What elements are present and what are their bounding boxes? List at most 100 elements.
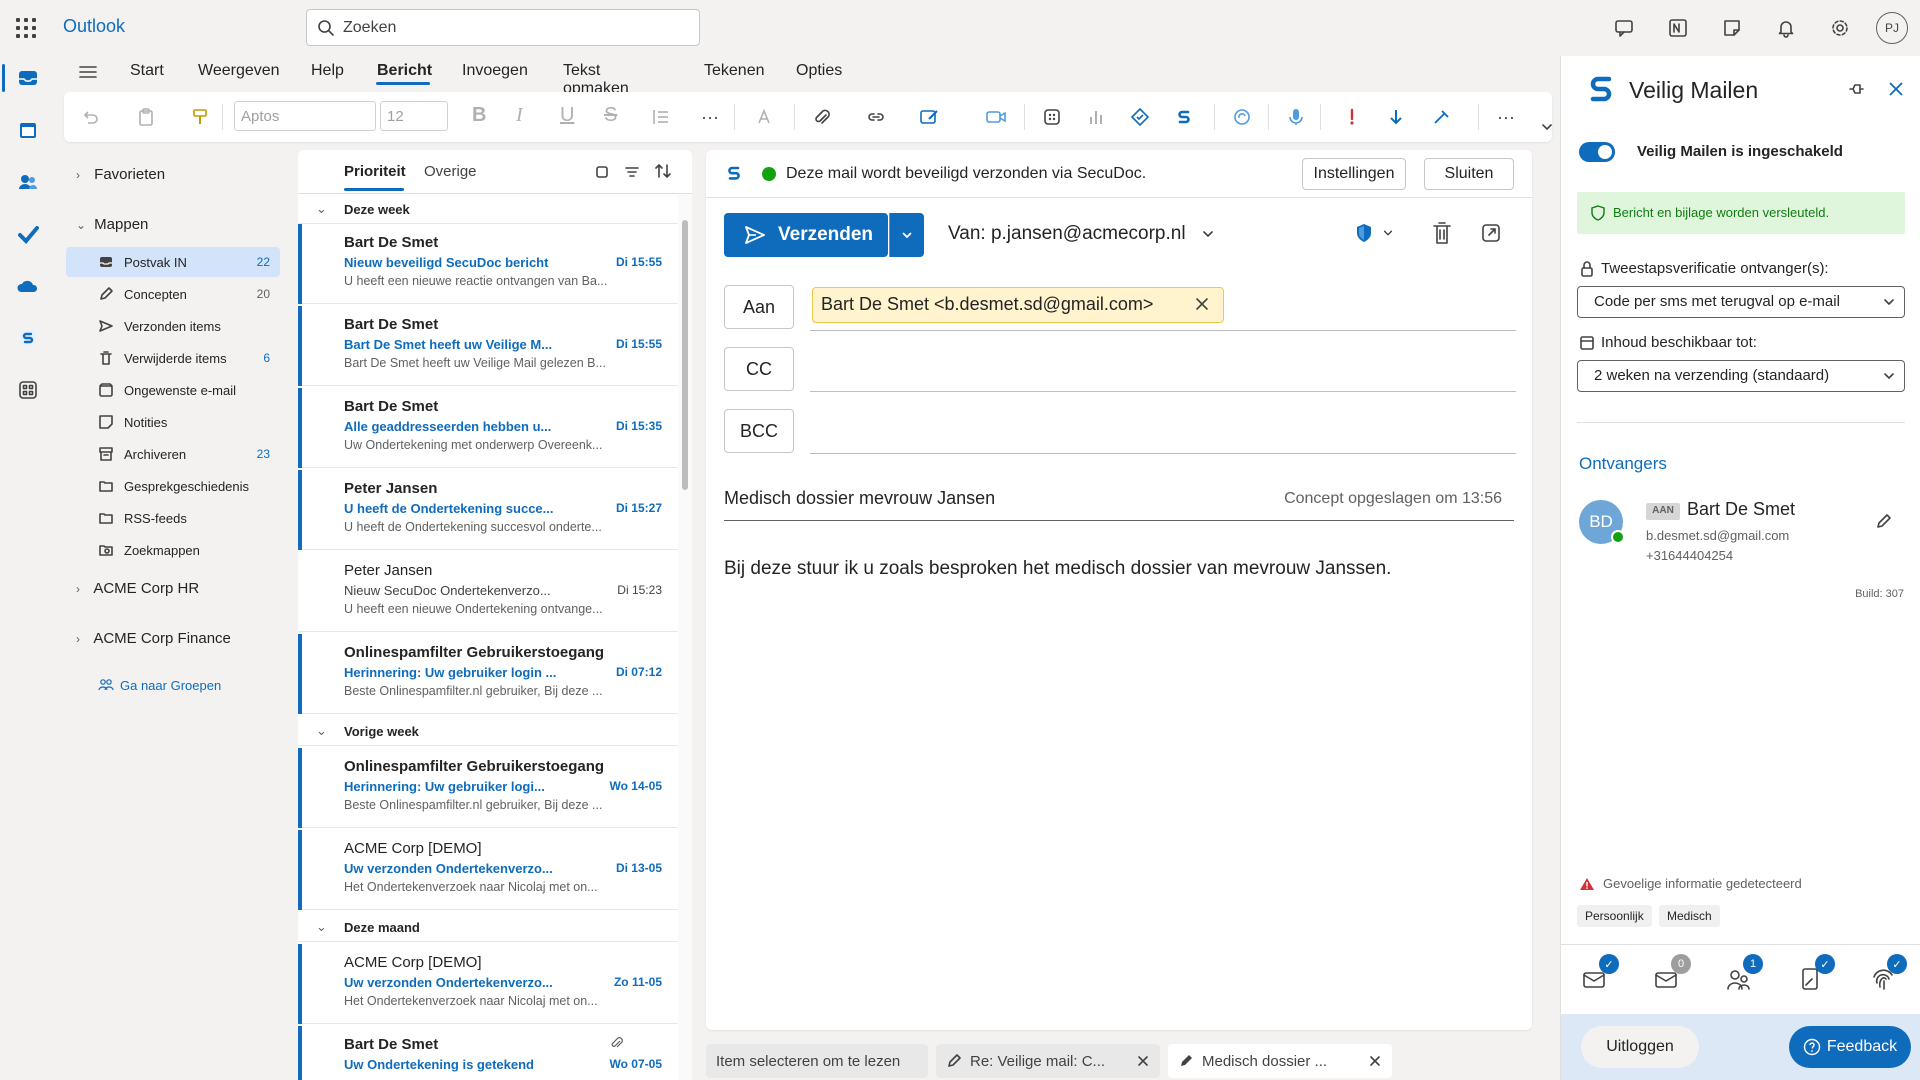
group-header-deze-week[interactable]: ⌄ Deze week — [298, 194, 678, 224]
scrollbar-thumb[interactable] — [682, 220, 688, 490]
folder-concepten[interactable]: Concepten 20 — [66, 279, 280, 309]
select-icon[interactable] — [594, 164, 610, 180]
sensitivity-shield-button[interactable] — [1354, 222, 1394, 244]
tab-help[interactable]: Help — [311, 62, 344, 80]
folder-zoekmappen[interactable]: Zoekmappen — [66, 535, 280, 565]
secudoc-addin-icon[interactable] — [13, 323, 43, 353]
message-item[interactable]: Bart De Smet Alle geaddresseerden hebben… — [298, 388, 678, 468]
veilig-mailen-toggle[interactable] — [1579, 142, 1615, 162]
italic-icon[interactable]: I — [516, 104, 523, 127]
filter-icon[interactable] — [624, 164, 640, 180]
message-item[interactable]: Onlinespamfilter Gebruikerstoegang Herin… — [298, 748, 678, 828]
more-options-icon[interactable]: ··· — [1494, 105, 1518, 129]
todo-icon[interactable] — [13, 219, 43, 249]
chart-icon[interactable] — [1084, 105, 1108, 129]
message-item[interactable]: Peter Jansen Nieuw SecuDoc Ondertekenver… — [298, 552, 678, 632]
font-size-select[interactable]: 12 — [380, 101, 448, 131]
apps-icon[interactable] — [1040, 105, 1064, 129]
video-icon[interactable] — [984, 105, 1008, 129]
tab-tekenen[interactable]: Tekenen — [704, 62, 765, 80]
mail-icon[interactable] — [13, 63, 43, 93]
recipient-chip[interactable]: Bart De Smet <b.desmet.sd@gmail.com> — [812, 287, 1224, 323]
group-header-deze-maand[interactable]: ⌄ Deze maand — [298, 912, 678, 942]
search-box[interactable]: Zoeken — [306, 9, 700, 46]
low-importance-icon[interactable] — [1384, 105, 1408, 129]
signing-status-button[interactable]: ✓ — [1795, 954, 1835, 996]
message-item[interactable]: Onlinespamfilter Gebruikerstoegang Herin… — [298, 634, 678, 714]
from-selector[interactable]: Van: p.jansen@acmecorp.nl — [948, 223, 1215, 245]
tab-start[interactable]: Start — [130, 62, 164, 80]
folder-archiveren[interactable]: Archiveren 23 — [66, 439, 280, 469]
message-item[interactable]: Peter Jansen U heeft de Ondertekening su… — [298, 470, 678, 550]
close-banner-button[interactable]: Sluiten — [1424, 158, 1514, 190]
send-button[interactable]: Verzenden — [724, 213, 888, 257]
underline-icon[interactable]: U — [560, 104, 574, 127]
tab-invoegen[interactable]: Invoegen — [462, 62, 528, 80]
bold-icon[interactable]: B — [472, 104, 486, 127]
format-painter-icon[interactable] — [188, 105, 212, 129]
folder-rss[interactable]: RSS-feeds — [66, 503, 280, 533]
calendar-icon[interactable] — [13, 115, 43, 145]
close-tab-icon[interactable] — [1136, 1054, 1150, 1068]
settings-button[interactable]: Instellingen — [1302, 158, 1406, 190]
tab-weergeven[interactable]: Weergeven — [198, 62, 280, 80]
secudoc-sign-icon[interactable] — [1128, 105, 1152, 129]
message-item[interactable]: ACME Corp [DEMO] Uw verzonden Onderteken… — [298, 830, 678, 910]
line-spacing-icon[interactable] — [648, 105, 672, 129]
bottom-tab-reading[interactable]: Item selecteren om te lezen — [706, 1044, 928, 1078]
fingerprint-status-button[interactable]: ✓ — [1867, 954, 1907, 996]
pin-icon[interactable] — [1847, 80, 1865, 98]
more-format-icon[interactable]: ··· — [698, 105, 722, 129]
bcc-button[interactable]: BCC — [724, 409, 794, 453]
message-item[interactable]: ACME Corp [DEMO] Uw verzonden Onderteken… — [298, 944, 678, 1024]
group-acme-hr[interactable]: › ACME Corp HR — [76, 580, 199, 597]
folder-gesprekgeschiedenis[interactable]: Gesprekgeschiedenis — [66, 471, 280, 501]
gear-icon[interactable] — [1827, 15, 1853, 41]
group-header-vorige-week[interactable]: ⌄ Vorige week — [298, 716, 678, 746]
onenote-icon[interactable] — [1665, 15, 1691, 41]
dictate-icon[interactable] — [1284, 105, 1308, 129]
folder-verzonden[interactable]: Verzonden items — [66, 311, 280, 341]
bell-icon[interactable] — [1773, 15, 1799, 41]
strikethrough-icon[interactable]: S — [604, 104, 617, 127]
group-acme-finance[interactable]: › ACME Corp Finance — [76, 630, 231, 647]
folder-notities[interactable]: Notities — [66, 407, 280, 437]
cc-field[interactable] — [810, 391, 1516, 392]
message-item[interactable]: Bart De Smet Bart De Smet heeft uw Veili… — [298, 306, 678, 386]
search-input[interactable]: Zoeken — [343, 19, 396, 37]
high-importance-icon[interactable] — [1340, 105, 1364, 129]
bottom-tab-medisch[interactable]: Medisch dossier ... — [1168, 1044, 1392, 1078]
more-apps-icon[interactable] — [13, 375, 43, 405]
tab-prioriteit[interactable]: Prioriteit — [344, 163, 406, 180]
discard-trash-icon[interactable] — [1430, 220, 1454, 246]
teams-chat-icon[interactable] — [1611, 15, 1637, 41]
undo-icon[interactable] — [78, 105, 102, 129]
message-item[interactable]: Bart De Smet Nieuw beveiligd SecuDoc ber… — [298, 224, 678, 304]
message-item[interactable]: Bart De Smet Uw Ondertekening is geteken… — [298, 1026, 678, 1080]
signature-icon[interactable] — [918, 105, 942, 129]
twofa-select[interactable]: Code per sms met terugval op e-mail — [1577, 286, 1905, 318]
sensitivity-icon[interactable] — [1430, 105, 1454, 129]
to-field[interactable] — [810, 330, 1516, 331]
feedback-button[interactable]: Feedback — [1789, 1026, 1911, 1068]
secure-mail-status-button[interactable]: ✓ — [1579, 954, 1619, 996]
bcc-field[interactable] — [810, 453, 1516, 454]
app-launcher-icon[interactable] — [14, 16, 38, 40]
onedrive-icon[interactable] — [13, 271, 43, 301]
goto-groups-link[interactable]: Ga naar Groepen — [98, 677, 221, 693]
tab-bericht[interactable]: Bericht — [377, 62, 432, 80]
sort-icon[interactable] — [654, 162, 672, 180]
logout-button[interactable]: Uitloggen — [1581, 1026, 1699, 1068]
folder-ongewenst[interactable]: Ongewenste e-mail — [66, 375, 280, 405]
copilot-icon[interactable] — [1230, 105, 1254, 129]
folder-postvak-in[interactable]: Postvak IN 22 — [66, 247, 280, 277]
user-avatar[interactable]: PJ — [1876, 12, 1908, 44]
close-pane-icon[interactable] — [1887, 80, 1905, 98]
attachments-status-button[interactable]: 0 — [1651, 954, 1691, 996]
cc-button[interactable]: CC — [724, 347, 794, 391]
ribbon-collapse-icon[interactable] — [1540, 120, 1554, 134]
secudoc-icon[interactable] — [1172, 105, 1196, 129]
send-options-button[interactable] — [890, 213, 924, 257]
hamburger-menu-icon[interactable] — [78, 63, 98, 81]
styles-icon[interactable] — [754, 105, 778, 129]
